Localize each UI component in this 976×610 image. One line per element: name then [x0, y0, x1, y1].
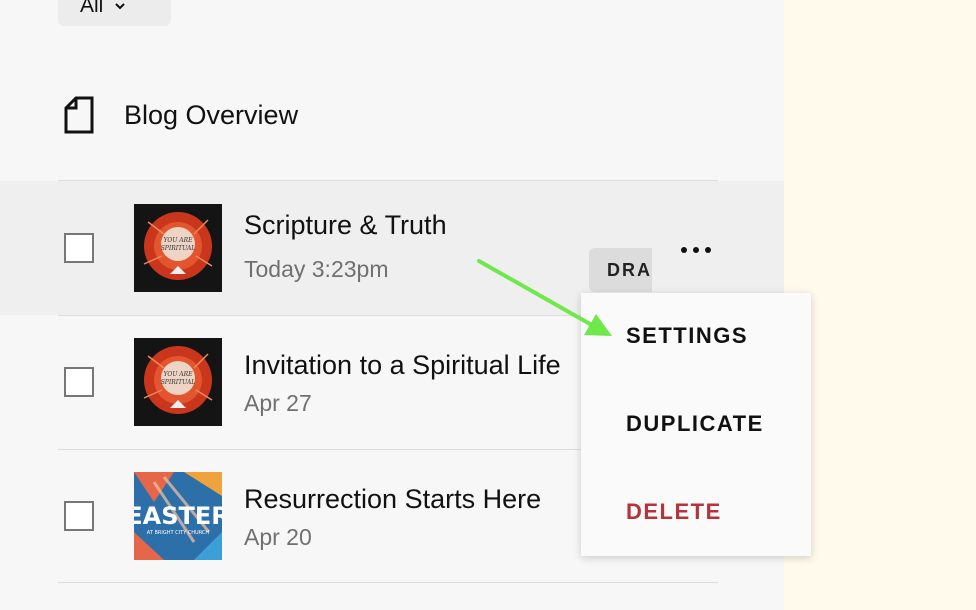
- post-thumbnail: YOU ARE SPIRITUAL: [134, 204, 222, 292]
- chevron-down-icon: [115, 3, 126, 10]
- page-icon: [64, 96, 94, 134]
- svg-text:YOU ARE: YOU ARE: [163, 237, 193, 244]
- dot-icon: [705, 247, 711, 253]
- svg-text:YOU ARE: YOU ARE: [163, 371, 193, 378]
- dot-icon: [681, 247, 687, 253]
- blog-title: Blog Overview: [124, 99, 299, 130]
- menu-item-duplicate[interactable]: DUPLICATE: [626, 411, 764, 437]
- post-thumbnail: EASTER AT BRIGHT CITY CHURCH: [134, 472, 222, 560]
- post-title[interactable]: Resurrection Starts Here: [244, 484, 541, 515]
- post-title[interactable]: Scripture & Truth: [244, 210, 447, 241]
- post-thumbnail: YOU ARE SPIRITUAL: [134, 338, 222, 426]
- blog-header: Blog Overview: [64, 96, 298, 134]
- post-thumbnail: [134, 605, 222, 610]
- context-menu: SETTINGS DUPLICATE DELETE: [581, 293, 811, 556]
- menu-item-settings[interactable]: SETTINGS: [626, 323, 748, 349]
- filter-dropdown[interactable]: All: [58, 0, 171, 26]
- svg-text:SPIRITUAL: SPIRITUAL: [161, 245, 196, 252]
- svg-text:AT BRIGHT CITY CHURCH: AT BRIGHT CITY CHURCH: [147, 530, 210, 536]
- row-checkbox[interactable]: [64, 367, 94, 397]
- status-badge: DRA: [589, 248, 652, 292]
- post-date: Today 3:23pm: [244, 256, 389, 282]
- more-options-button[interactable]: [672, 236, 720, 264]
- divider: [58, 582, 718, 583]
- row-checkbox[interactable]: [64, 233, 94, 263]
- svg-text:EASTER: EASTER: [134, 502, 222, 530]
- filter-label: All: [80, 0, 104, 17]
- dot-icon: [693, 247, 699, 253]
- post-title[interactable]: Invitation to a Spiritual Life: [244, 350, 561, 381]
- menu-item-delete[interactable]: DELETE: [626, 499, 722, 525]
- post-date: Apr 27: [244, 390, 312, 416]
- post-date: Apr 20: [244, 524, 312, 550]
- row-checkbox[interactable]: [64, 501, 94, 531]
- svg-text:SPIRITUAL: SPIRITUAL: [161, 379, 196, 386]
